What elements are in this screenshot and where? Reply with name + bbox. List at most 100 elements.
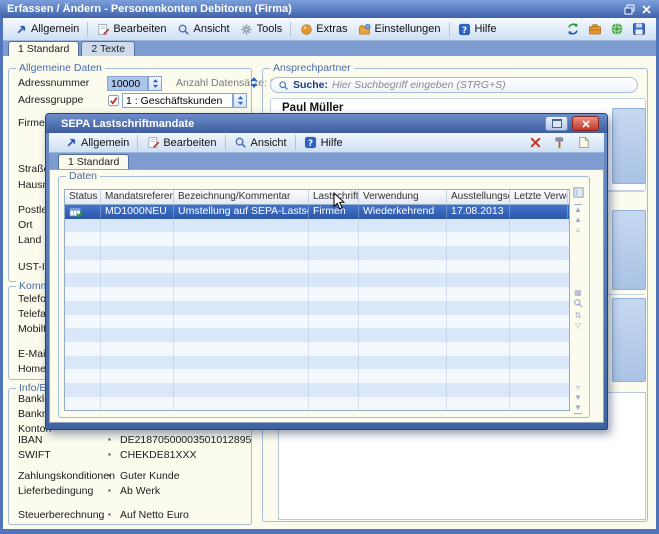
table-cell bbox=[65, 397, 101, 411]
delete-icon[interactable] bbox=[528, 136, 542, 150]
table-row-empty[interactable] bbox=[65, 287, 569, 301]
menu-tools[interactable]: Tools bbox=[235, 20, 288, 38]
zoom-search-icon[interactable] bbox=[573, 298, 583, 311]
adressgruppe-dropdown-button[interactable] bbox=[233, 93, 247, 108]
go-prev-icon[interactable]: ▵ bbox=[576, 225, 580, 235]
table-row-empty[interactable] bbox=[65, 397, 569, 411]
close-icon[interactable] bbox=[572, 116, 599, 131]
table-cell bbox=[174, 356, 309, 370]
bullet-icon: ▪ bbox=[108, 510, 111, 519]
table-row-empty[interactable] bbox=[65, 383, 569, 397]
table-row-selected[interactable]: MD1000NEUUmstellung auf SEPA-Lastschrift… bbox=[65, 205, 569, 219]
table-cell bbox=[309, 232, 359, 246]
column-header-6[interactable]: Letzte Verwendung bbox=[510, 190, 568, 204]
splitter-icon[interactable] bbox=[250, 76, 258, 94]
table-row-empty[interactable] bbox=[65, 369, 569, 383]
menu-bearbeiten[interactable]: Bearbeiten bbox=[91, 20, 171, 38]
column-header-0[interactable]: Status bbox=[65, 190, 101, 204]
menu-label: Hilfe bbox=[475, 23, 497, 35]
table-cell bbox=[65, 260, 101, 274]
column-header-1[interactable]: Mandatsreferenz bbox=[101, 190, 174, 204]
menu-bearbeiten[interactable]: Bearbeiten bbox=[141, 134, 221, 152]
menu-label: Bearbeiten bbox=[113, 23, 166, 35]
menu-ansicht[interactable]: Ansicht bbox=[229, 134, 292, 152]
table-row-empty[interactable] bbox=[65, 315, 569, 329]
table-cell bbox=[510, 260, 568, 274]
contact-search-input[interactable]: Suche: Hier Suchbegriff eingeben (STRG+S… bbox=[270, 77, 638, 93]
table-cell bbox=[101, 383, 174, 397]
adressgruppe-label: Adressgruppe bbox=[18, 94, 83, 106]
briefcase-icon[interactable] bbox=[588, 22, 602, 36]
table-cell bbox=[510, 383, 568, 397]
table-row-empty[interactable] bbox=[65, 328, 569, 342]
menu-allgemein[interactable]: Allgemein bbox=[59, 134, 134, 152]
table-cell bbox=[309, 315, 359, 329]
table-row-empty[interactable] bbox=[65, 219, 569, 233]
grid-icon[interactable]: ▦ bbox=[574, 288, 582, 298]
globe-icon[interactable] bbox=[610, 22, 624, 36]
adressnummer-input[interactable]: 10000 bbox=[107, 76, 148, 91]
edit-check-icon[interactable] bbox=[106, 93, 120, 107]
column-header-5[interactable]: Ausstellungsdatum bbox=[447, 190, 510, 204]
table-cell bbox=[65, 342, 101, 356]
adressnummer-value: 10000 bbox=[111, 78, 140, 90]
menu-hilfe[interactable]: ?Hilfe bbox=[299, 134, 348, 152]
table-row-empty[interactable] bbox=[65, 232, 569, 246]
sync-icon[interactable] bbox=[566, 22, 580, 36]
table-cell bbox=[447, 369, 510, 383]
table-cell bbox=[101, 315, 174, 329]
menu-ansicht[interactable]: Ansicht bbox=[172, 20, 235, 38]
table-cell bbox=[65, 383, 101, 397]
adressnummer-spinner[interactable] bbox=[148, 76, 162, 91]
table-cell bbox=[447, 301, 510, 315]
column-header-2[interactable]: Bezeichnung/Kommentar bbox=[174, 190, 309, 204]
table-cell bbox=[65, 273, 101, 287]
move-down-icon[interactable]: ▼ bbox=[574, 393, 582, 403]
ort-label: Ort bbox=[18, 219, 33, 231]
table-cell bbox=[309, 301, 359, 315]
sort-icon[interactable]: ⇅ bbox=[575, 311, 582, 321]
adressgruppe-select[interactable]: 1 : Geschäftskunden bbox=[122, 93, 233, 108]
go-next-icon[interactable]: ▿ bbox=[576, 383, 580, 393]
save-icon[interactable] bbox=[632, 22, 646, 36]
move-up-icon[interactable]: ▲ bbox=[574, 215, 582, 225]
table-row-empty[interactable] bbox=[65, 342, 569, 356]
bearbeiten-icon bbox=[146, 136, 160, 150]
go-first-icon[interactable]: ▲ bbox=[574, 204, 582, 215]
table-cell bbox=[174, 328, 309, 342]
new-document-icon[interactable] bbox=[576, 136, 590, 150]
tab-standard[interactable]: 1 Standard bbox=[8, 41, 79, 56]
minimize-icon[interactable] bbox=[545, 116, 568, 131]
column-header-4[interactable]: Verwendung bbox=[359, 190, 447, 204]
table-row-empty[interactable] bbox=[65, 356, 569, 370]
menu-extras[interactable]: Extras bbox=[294, 20, 352, 38]
table-cell bbox=[174, 273, 309, 287]
close-icon[interactable] bbox=[642, 5, 651, 14]
table-row-empty[interactable] bbox=[65, 273, 569, 287]
menu-einstellungen[interactable]: Einstellungen bbox=[352, 20, 445, 38]
table-row-empty[interactable] bbox=[65, 260, 569, 274]
status-cell bbox=[65, 205, 101, 219]
table-cell bbox=[359, 273, 447, 287]
filter-icon[interactable]: ▽ bbox=[575, 321, 581, 331]
go-last-icon[interactable]: ▼ bbox=[574, 403, 582, 414]
table-row-empty[interactable] bbox=[65, 246, 569, 260]
table-cell bbox=[510, 397, 568, 411]
menu-label: Tools bbox=[257, 23, 283, 35]
tab-texte[interactable]: 2 Texte bbox=[81, 41, 135, 56]
group-title: Allgemeine Daten bbox=[16, 62, 105, 74]
table-cell bbox=[101, 273, 174, 287]
table-cell bbox=[174, 342, 309, 356]
dialog-tab-standard[interactable]: 1 Standard bbox=[58, 154, 129, 169]
table-cell bbox=[447, 383, 510, 397]
table-cell bbox=[447, 232, 510, 246]
hammer-icon[interactable] bbox=[552, 136, 566, 150]
menu-hilfe[interactable]: ?Hilfe bbox=[453, 20, 502, 38]
restore-icon[interactable] bbox=[624, 4, 635, 15]
extras-icon bbox=[299, 22, 313, 36]
table-row-empty[interactable] bbox=[65, 301, 569, 315]
menu-allgemein[interactable]: Allgemein bbox=[9, 20, 84, 38]
einstellungen-icon bbox=[357, 22, 371, 36]
zahlungskonditionen-value: Guter Kunde bbox=[120, 470, 180, 482]
column-chooser-icon[interactable] bbox=[573, 187, 584, 201]
